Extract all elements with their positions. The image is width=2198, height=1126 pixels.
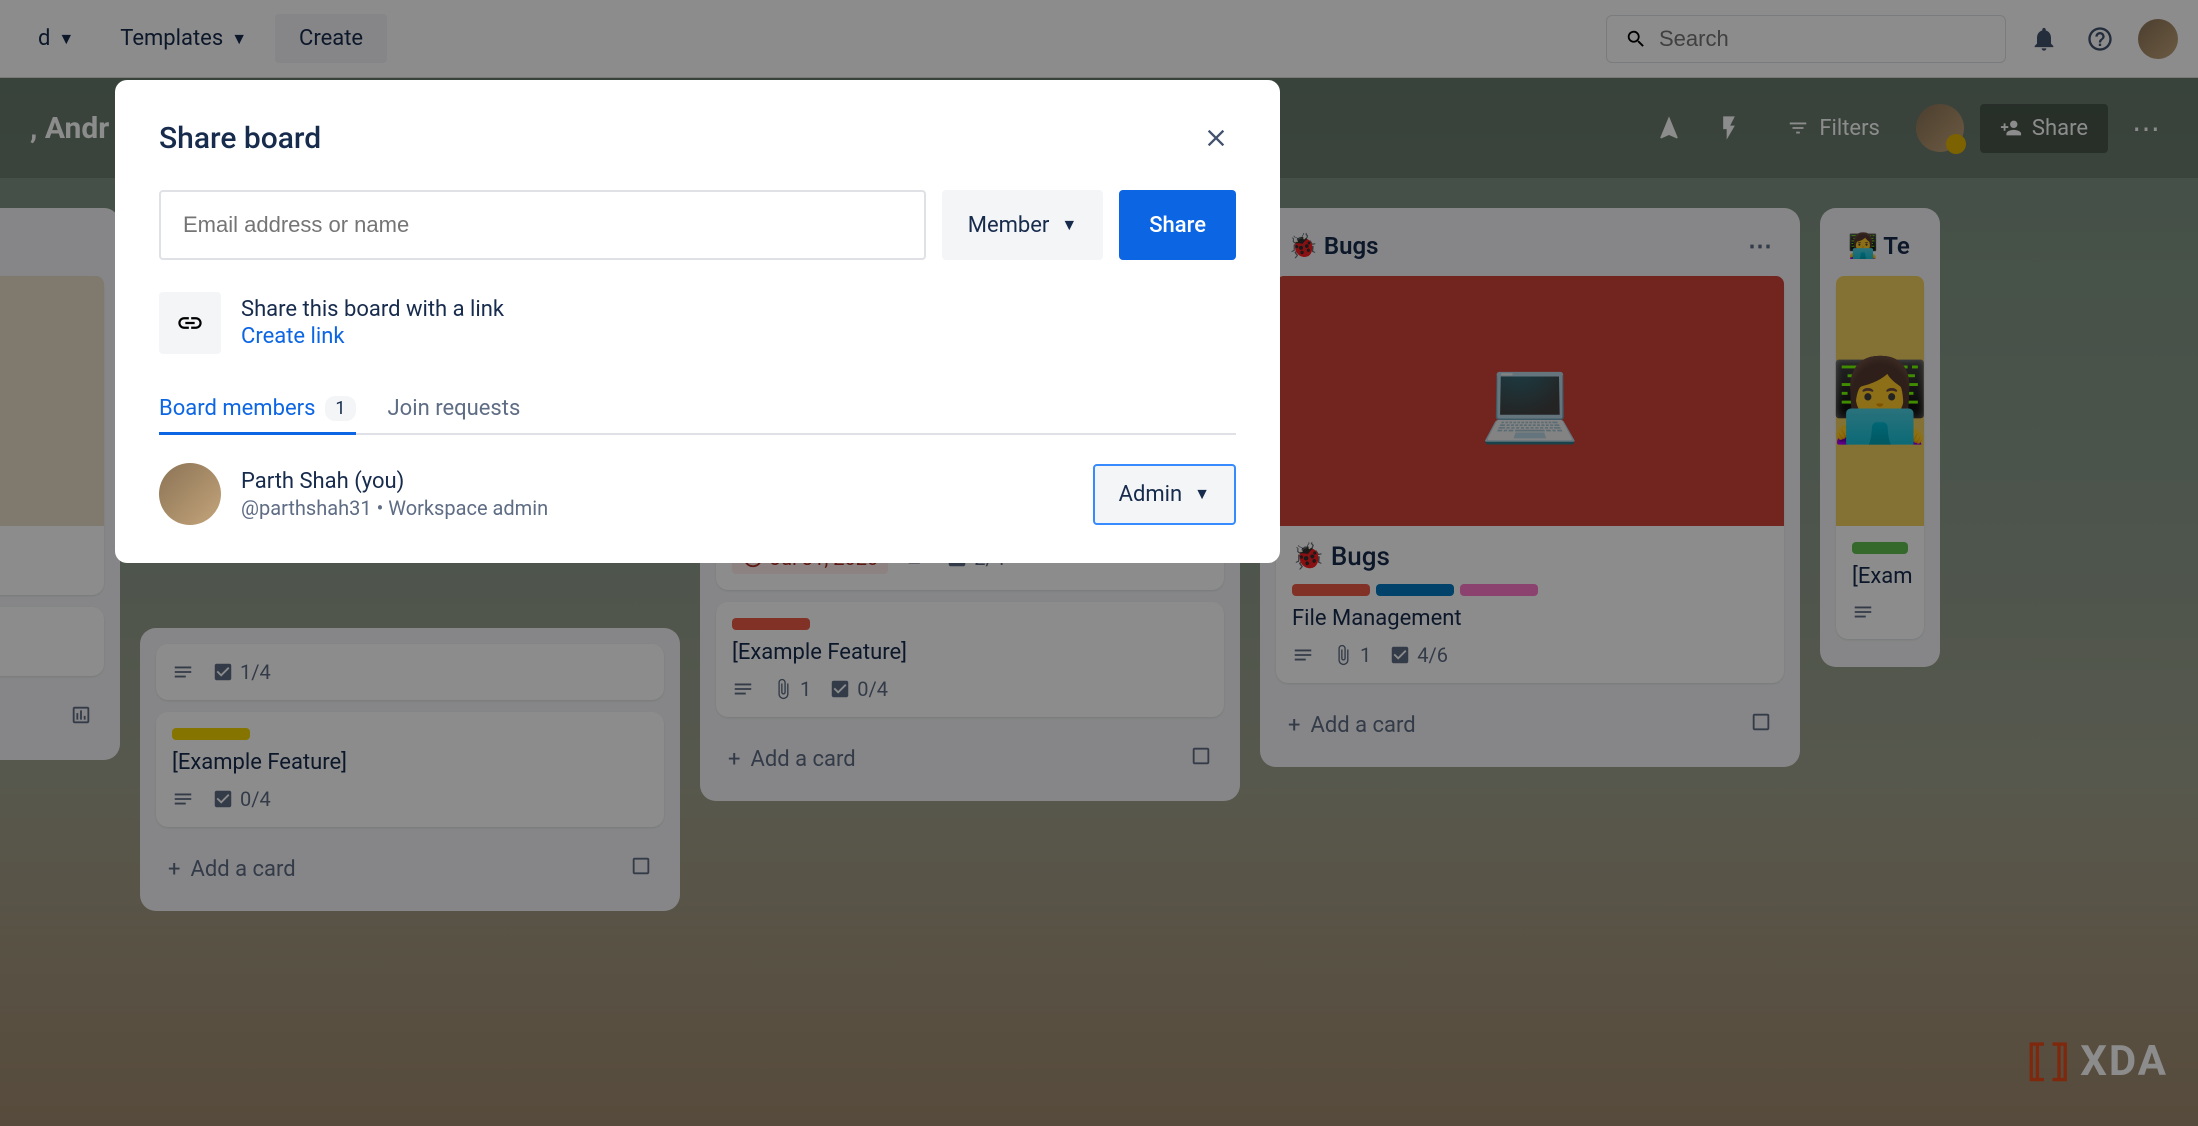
modal-tabs: Board members 1 Join requests [159, 384, 1236, 435]
chevron-down-icon: ▼ [1194, 484, 1210, 504]
tab-count: 1 [325, 396, 355, 421]
share-input-row: Member ▼ Share [159, 190, 1236, 260]
member-row: Parth Shah (you) @parthshah31 • Workspac… [159, 463, 1236, 525]
close-button[interactable] [1196, 118, 1236, 158]
email-input[interactable] [159, 190, 926, 260]
tab-board-members[interactable]: Board members 1 [159, 384, 356, 433]
role-select[interactable]: Member ▼ [942, 190, 1103, 260]
role-label: Member [968, 213, 1050, 238]
member-role-select[interactable]: Admin ▼ [1093, 464, 1236, 525]
tab-join-requests[interactable]: Join requests [388, 384, 521, 433]
close-icon [1202, 124, 1230, 152]
link-text-group: Share this board with a link Create link [241, 297, 504, 349]
member-avatar [159, 463, 221, 525]
create-link-button[interactable]: Create link [241, 324, 504, 349]
tab-label: Board members [159, 396, 315, 421]
share-submit-button[interactable]: Share [1119, 190, 1236, 260]
link-description: Share this board with a link [241, 297, 504, 322]
share-link-row: Share this board with a link Create link [159, 292, 1236, 354]
modal-title: Share board [159, 121, 321, 156]
modal-header: Share board [159, 118, 1236, 158]
member-name: Parth Shah (you) [241, 469, 548, 494]
member-info: Parth Shah (you) @parthshah31 • Workspac… [159, 463, 548, 525]
link-icon [159, 292, 221, 354]
share-btn-label: Share [1149, 213, 1206, 238]
chevron-down-icon: ▼ [1061, 215, 1077, 235]
role-label: Admin [1119, 482, 1183, 507]
member-subtitle: @parthshah31 • Workspace admin [241, 496, 548, 520]
share-modal: Share board Member ▼ Share Share this bo… [115, 80, 1280, 563]
tab-label: Join requests [388, 396, 521, 421]
